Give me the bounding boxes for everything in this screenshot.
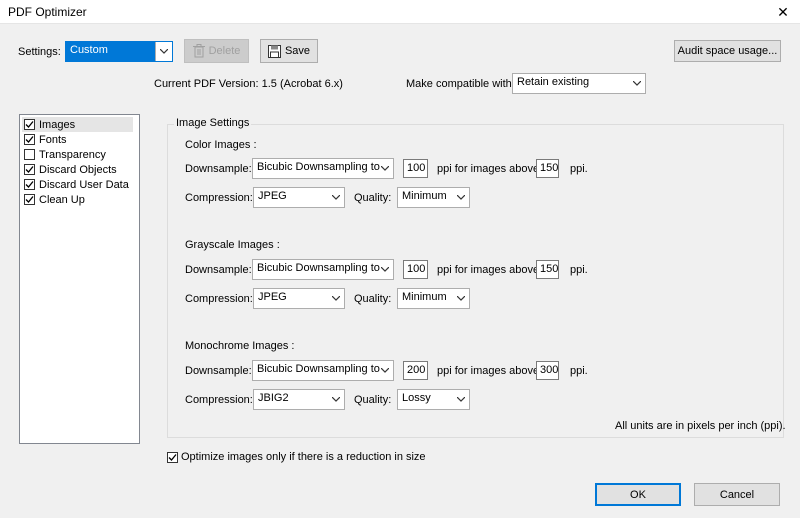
discard-user-data-checkbox[interactable] xyxy=(24,179,35,190)
color-images-heading: Color Images : xyxy=(185,139,257,151)
grayscale-quality-select[interactable]: Minimum xyxy=(397,288,470,309)
save-icon xyxy=(267,44,281,58)
grayscale-compression-label: Compression: xyxy=(185,293,253,305)
monochrome-images-heading: Monochrome Images : xyxy=(185,340,295,352)
grayscale-downsample-value: Bicubic Downsampling to xyxy=(257,262,380,274)
image-settings-title: Image Settings xyxy=(174,117,252,129)
category-list: Images Fonts Transparency Discard Object… xyxy=(19,114,140,444)
sidebar-item-label: Discard Objects xyxy=(39,163,117,176)
chevron-down-icon xyxy=(376,260,393,279)
color-compression-label: Compression: xyxy=(185,192,253,204)
monochrome-downsample-select[interactable]: Bicubic Downsampling to xyxy=(252,360,394,381)
color-above-input[interactable]: 150 xyxy=(536,159,559,178)
grayscale-for-images-label: ppi for images above xyxy=(437,264,540,276)
chevron-down-icon xyxy=(327,188,344,207)
delete-button-label: Delete xyxy=(208,45,241,57)
compat-select-value: Retain existing xyxy=(517,76,590,88)
grayscale-quality-label: Quality: xyxy=(354,293,392,305)
chevron-down-icon xyxy=(452,188,469,207)
monochrome-for-images-label: ppi for images above xyxy=(437,365,540,377)
color-downsample-label: Downsample: xyxy=(185,163,252,175)
images-checkbox[interactable] xyxy=(24,119,35,130)
sidebar-item-images[interactable]: Images xyxy=(22,117,133,132)
sidebar-item-label: Discard User Data xyxy=(39,178,129,191)
monochrome-ppi-suffix: ppi. xyxy=(570,365,588,377)
monochrome-compression-select[interactable]: JBIG2 xyxy=(253,389,345,410)
sidebar-item-discard-objects[interactable]: Discard Objects xyxy=(22,162,133,177)
chevron-down-icon xyxy=(327,289,344,308)
grayscale-ppi-suffix: ppi. xyxy=(570,264,588,276)
monochrome-downsample-label: Downsample: xyxy=(185,365,252,377)
chevron-down-icon xyxy=(452,289,469,308)
save-button-label: Save xyxy=(284,45,311,57)
color-quality-value: Minimum xyxy=(402,190,447,202)
settings-select-value: Custom xyxy=(70,44,108,56)
audit-button-label: Audit space usage... xyxy=(677,45,778,57)
chevron-down-icon xyxy=(452,390,469,409)
ok-button[interactable]: OK xyxy=(595,483,681,506)
grayscale-downsample-select[interactable]: Bicubic Downsampling to xyxy=(252,259,394,280)
units-note: All units are in pixels per inch (ppi). xyxy=(615,420,786,432)
color-ppi-suffix: ppi. xyxy=(570,163,588,175)
grayscale-ppi-input[interactable]: 100 xyxy=(403,260,428,279)
monochrome-compression-label: Compression: xyxy=(185,394,253,406)
optimize-images-option[interactable]: Optimize images only if there is a reduc… xyxy=(167,451,426,463)
chevron-down-icon xyxy=(628,74,645,93)
sidebar-item-discard-user-data[interactable]: Discard User Data xyxy=(22,177,133,192)
monochrome-quality-label: Quality: xyxy=(354,394,392,406)
ok-button-label: OK xyxy=(630,488,646,501)
color-ppi-input[interactable]: 100 xyxy=(403,159,428,178)
current-pdf-version: Current PDF Version: 1.5 (Acrobat 6.x) xyxy=(154,78,343,90)
discard-objects-checkbox[interactable] xyxy=(24,164,35,175)
color-downsample-select[interactable]: Bicubic Downsampling to xyxy=(252,158,394,179)
color-for-images-label: ppi for images above xyxy=(437,163,540,175)
sidebar-item-transparency[interactable]: Transparency xyxy=(22,147,133,162)
sidebar-item-fonts[interactable]: Fonts xyxy=(22,132,133,147)
chevron-down-icon xyxy=(376,361,393,380)
sidebar-item-clean-up[interactable]: Clean Up xyxy=(22,192,133,207)
grayscale-downsample-label: Downsample: xyxy=(185,264,252,276)
optimize-images-checkbox[interactable] xyxy=(167,451,178,463)
monochrome-downsample-value: Bicubic Downsampling to xyxy=(257,363,380,375)
sidebar-item-label: Images xyxy=(39,118,76,131)
monochrome-quality-value: Lossy xyxy=(402,392,431,404)
grayscale-above-input[interactable]: 150 xyxy=(536,260,559,279)
close-icon[interactable]: ✕ xyxy=(766,0,800,24)
grayscale-compression-select[interactable]: JPEG xyxy=(253,288,345,309)
chevron-down-icon xyxy=(327,390,344,409)
trash-icon xyxy=(192,44,205,58)
chevron-down-icon xyxy=(155,42,172,61)
audit-space-usage-button[interactable]: Audit space usage... xyxy=(674,40,781,62)
settings-select[interactable]: Custom xyxy=(65,41,173,62)
color-quality-label: Quality: xyxy=(354,192,392,204)
delete-button[interactable]: Delete xyxy=(184,39,249,63)
grayscale-compression-value: JPEG xyxy=(258,291,287,303)
color-downsample-value: Bicubic Downsampling to xyxy=(257,161,380,173)
grayscale-quality-value: Minimum xyxy=(402,291,447,303)
color-quality-select[interactable]: Minimum xyxy=(397,187,470,208)
title-bar: PDF Optimizer ✕ xyxy=(0,0,800,24)
settings-label: Settings: xyxy=(18,46,61,58)
window-title: PDF Optimizer xyxy=(8,5,87,19)
save-button[interactable]: Save xyxy=(260,39,318,63)
monochrome-compression-value: JBIG2 xyxy=(258,392,289,404)
compat-label: Make compatible with: xyxy=(406,78,515,90)
cancel-button-label: Cancel xyxy=(719,488,755,501)
monochrome-quality-select[interactable]: Lossy xyxy=(397,389,470,410)
monochrome-ppi-input[interactable]: 200 xyxy=(403,361,428,380)
compat-select[interactable]: Retain existing xyxy=(512,73,646,94)
clean-up-checkbox[interactable] xyxy=(24,194,35,205)
sidebar-item-label: Transparency xyxy=(39,148,106,161)
optimize-images-label: Optimize images only if there is a reduc… xyxy=(181,451,426,463)
grayscale-images-heading: Grayscale Images : xyxy=(185,239,280,251)
chevron-down-icon xyxy=(376,159,393,178)
color-compression-select[interactable]: JPEG xyxy=(253,187,345,208)
sidebar-item-label: Fonts xyxy=(39,133,67,146)
color-compression-value: JPEG xyxy=(258,190,287,202)
cancel-button[interactable]: Cancel xyxy=(694,483,780,506)
transparency-checkbox[interactable] xyxy=(24,149,35,160)
monochrome-above-input[interactable]: 300 xyxy=(536,361,559,380)
fonts-checkbox[interactable] xyxy=(24,134,35,145)
sidebar-item-label: Clean Up xyxy=(39,193,85,206)
